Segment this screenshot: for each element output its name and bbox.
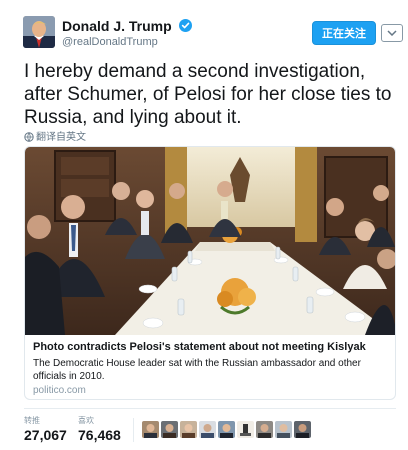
liker-avatar[interactable] (180, 421, 197, 438)
retweets-stat[interactable]: 转推 27,067 (24, 416, 67, 443)
liker-avatar[interactable] (294, 421, 311, 438)
liker-avatar[interactable] (142, 421, 159, 438)
card-description: The Democratic House leader sat with the… (33, 358, 361, 382)
likes-count[interactable]: 76,468 (78, 427, 121, 443)
liker-avatar[interactable] (161, 421, 178, 438)
globe-icon (24, 132, 34, 143)
liker-avatar[interactable] (237, 421, 254, 438)
liker-avatar[interactable] (275, 421, 292, 438)
translate-label[interactable]: 翻译自英文 (36, 132, 86, 143)
stats-divider (24, 408, 396, 409)
translate-tweet-link[interactable]: 翻译自英文 (24, 128, 86, 143)
stats-separator (133, 418, 134, 442)
card-domain: politico.com (33, 385, 86, 396)
display-name[interactable]: Donald J. Trump (62, 18, 172, 34)
card-title[interactable]: Photo contradicts Pelosi's statement abo… (33, 341, 366, 353)
link-card[interactable]: Photo contradicts Pelosi's statement abo… (24, 146, 396, 400)
verified-badge-icon (179, 19, 193, 33)
liker-avatar[interactable] (256, 421, 273, 438)
likes-stat[interactable]: 喜欢 76,468 (78, 416, 121, 443)
liker-avatar[interactable] (218, 421, 235, 438)
avatar[interactable] (23, 16, 55, 48)
chevron-down-icon (387, 30, 397, 36)
retweets-count[interactable]: 27,067 (24, 427, 67, 443)
tweet-text: I hereby demand a second investigation, … (24, 61, 392, 128)
retweets-label: 转推 (24, 416, 40, 425)
card-photo[interactable] (25, 147, 395, 335)
more-options-button[interactable] (381, 24, 403, 42)
author-handle[interactable]: @realDonaldTrump (62, 36, 158, 48)
likes-label: 喜欢 (78, 416, 94, 425)
liker-avatar[interactable] (199, 421, 216, 438)
following-button[interactable]: 正在关注 (312, 21, 376, 45)
author-name-row[interactable]: Donald J. Trump (62, 17, 193, 35)
